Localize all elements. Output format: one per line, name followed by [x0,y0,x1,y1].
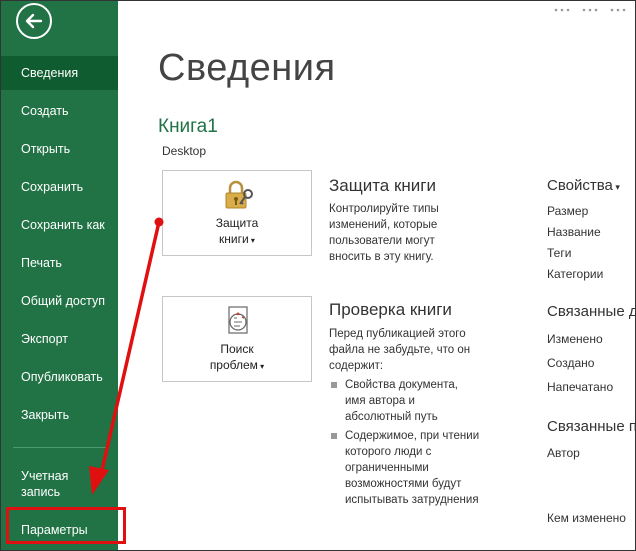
inspect-document-icon [228,306,248,334]
sidebar-item-print[interactable]: Печать [1,246,118,280]
sidebar-item-info[interactable]: Сведения [1,56,118,90]
property-size: Размер [547,204,589,218]
backstage-sidebar: Сведения Создать Открыть Сохранить Сохра… [1,1,118,550]
back-button[interactable] [16,3,52,39]
property-author: Автор [547,446,580,460]
protect-workbook-button[interactable]: Защита книги ▾ [162,170,312,256]
property-categories: Категории [547,267,604,281]
property-modified: Изменено [547,332,603,346]
protect-section-title: Защита книги [329,176,436,195]
property-created: Создано [547,356,595,370]
sidebar-item-new[interactable]: Создать [1,94,118,128]
inspect-bullet-text: Содержимое, при чтении которого люди с о… [345,430,480,506]
properties-header[interactable]: Свойства ▾ [547,177,620,194]
backstage-window: Сведения Создать Открыть Сохранить Сохра… [0,0,636,551]
sidebar-item-export[interactable]: Экспорт [1,322,118,356]
sidebar-item-save-as[interactable]: Сохранить как [1,208,118,242]
arrow-left-icon [25,13,43,29]
bullet-marker [331,433,337,439]
lock-key-icon [225,180,253,209]
chevron-down-icon: ▾ [248,236,255,245]
document-path[interactable]: Desktop [162,144,206,158]
protect-button-label-2: книги ▾ [219,232,255,246]
bullet-marker [331,382,337,388]
document-name: Книга1 [158,116,218,137]
inspect-section-title: Проверка книги [329,300,452,319]
sidebar-divider [13,447,108,448]
check-issues-button[interactable]: Поиск проблем ▾ [162,296,312,382]
chevron-down-icon: ▾ [257,362,265,371]
property-title: Название [547,225,601,239]
annotation-highlight-box [6,507,126,544]
chevron-down-icon: ▾ [612,182,620,192]
dots-icon [581,1,599,13]
related-dates-header: Связанные д [547,303,636,320]
protect-button-label-1: Защита [215,216,259,230]
dots-icon [553,1,571,13]
protect-section-description: Контролируйте типы изменений, которые по… [329,203,439,263]
inspect-bullet-text: Свойства документа, имя автора и абсолют… [345,379,458,423]
sidebar-item-account[interactable]: Учетная запись [21,468,101,500]
inspect-section-description: Перед публикацией этого файла не забудьт… [329,328,471,372]
property-last-modified-by: Кем изменено [547,511,626,525]
sidebar-item-open[interactable]: Открыть [1,132,118,166]
dots-icon [609,1,627,13]
sidebar-item-publish[interactable]: Опубликовать [1,360,118,394]
property-printed: Напечатано [547,380,614,394]
page-title: Сведения [158,47,336,89]
sidebar-item-share[interactable]: Общий доступ [1,284,118,318]
check-button-label-1: Поиск [220,342,254,356]
check-button-label-2: проблем ▾ [209,358,265,372]
related-people-header: Связанные п [547,418,636,435]
sidebar-item-save[interactable]: Сохранить [1,170,118,204]
sidebar-item-close[interactable]: Закрыть [1,398,118,432]
property-tags: Теги [547,246,572,260]
title-strip [118,1,635,21]
window-controls [553,1,627,13]
